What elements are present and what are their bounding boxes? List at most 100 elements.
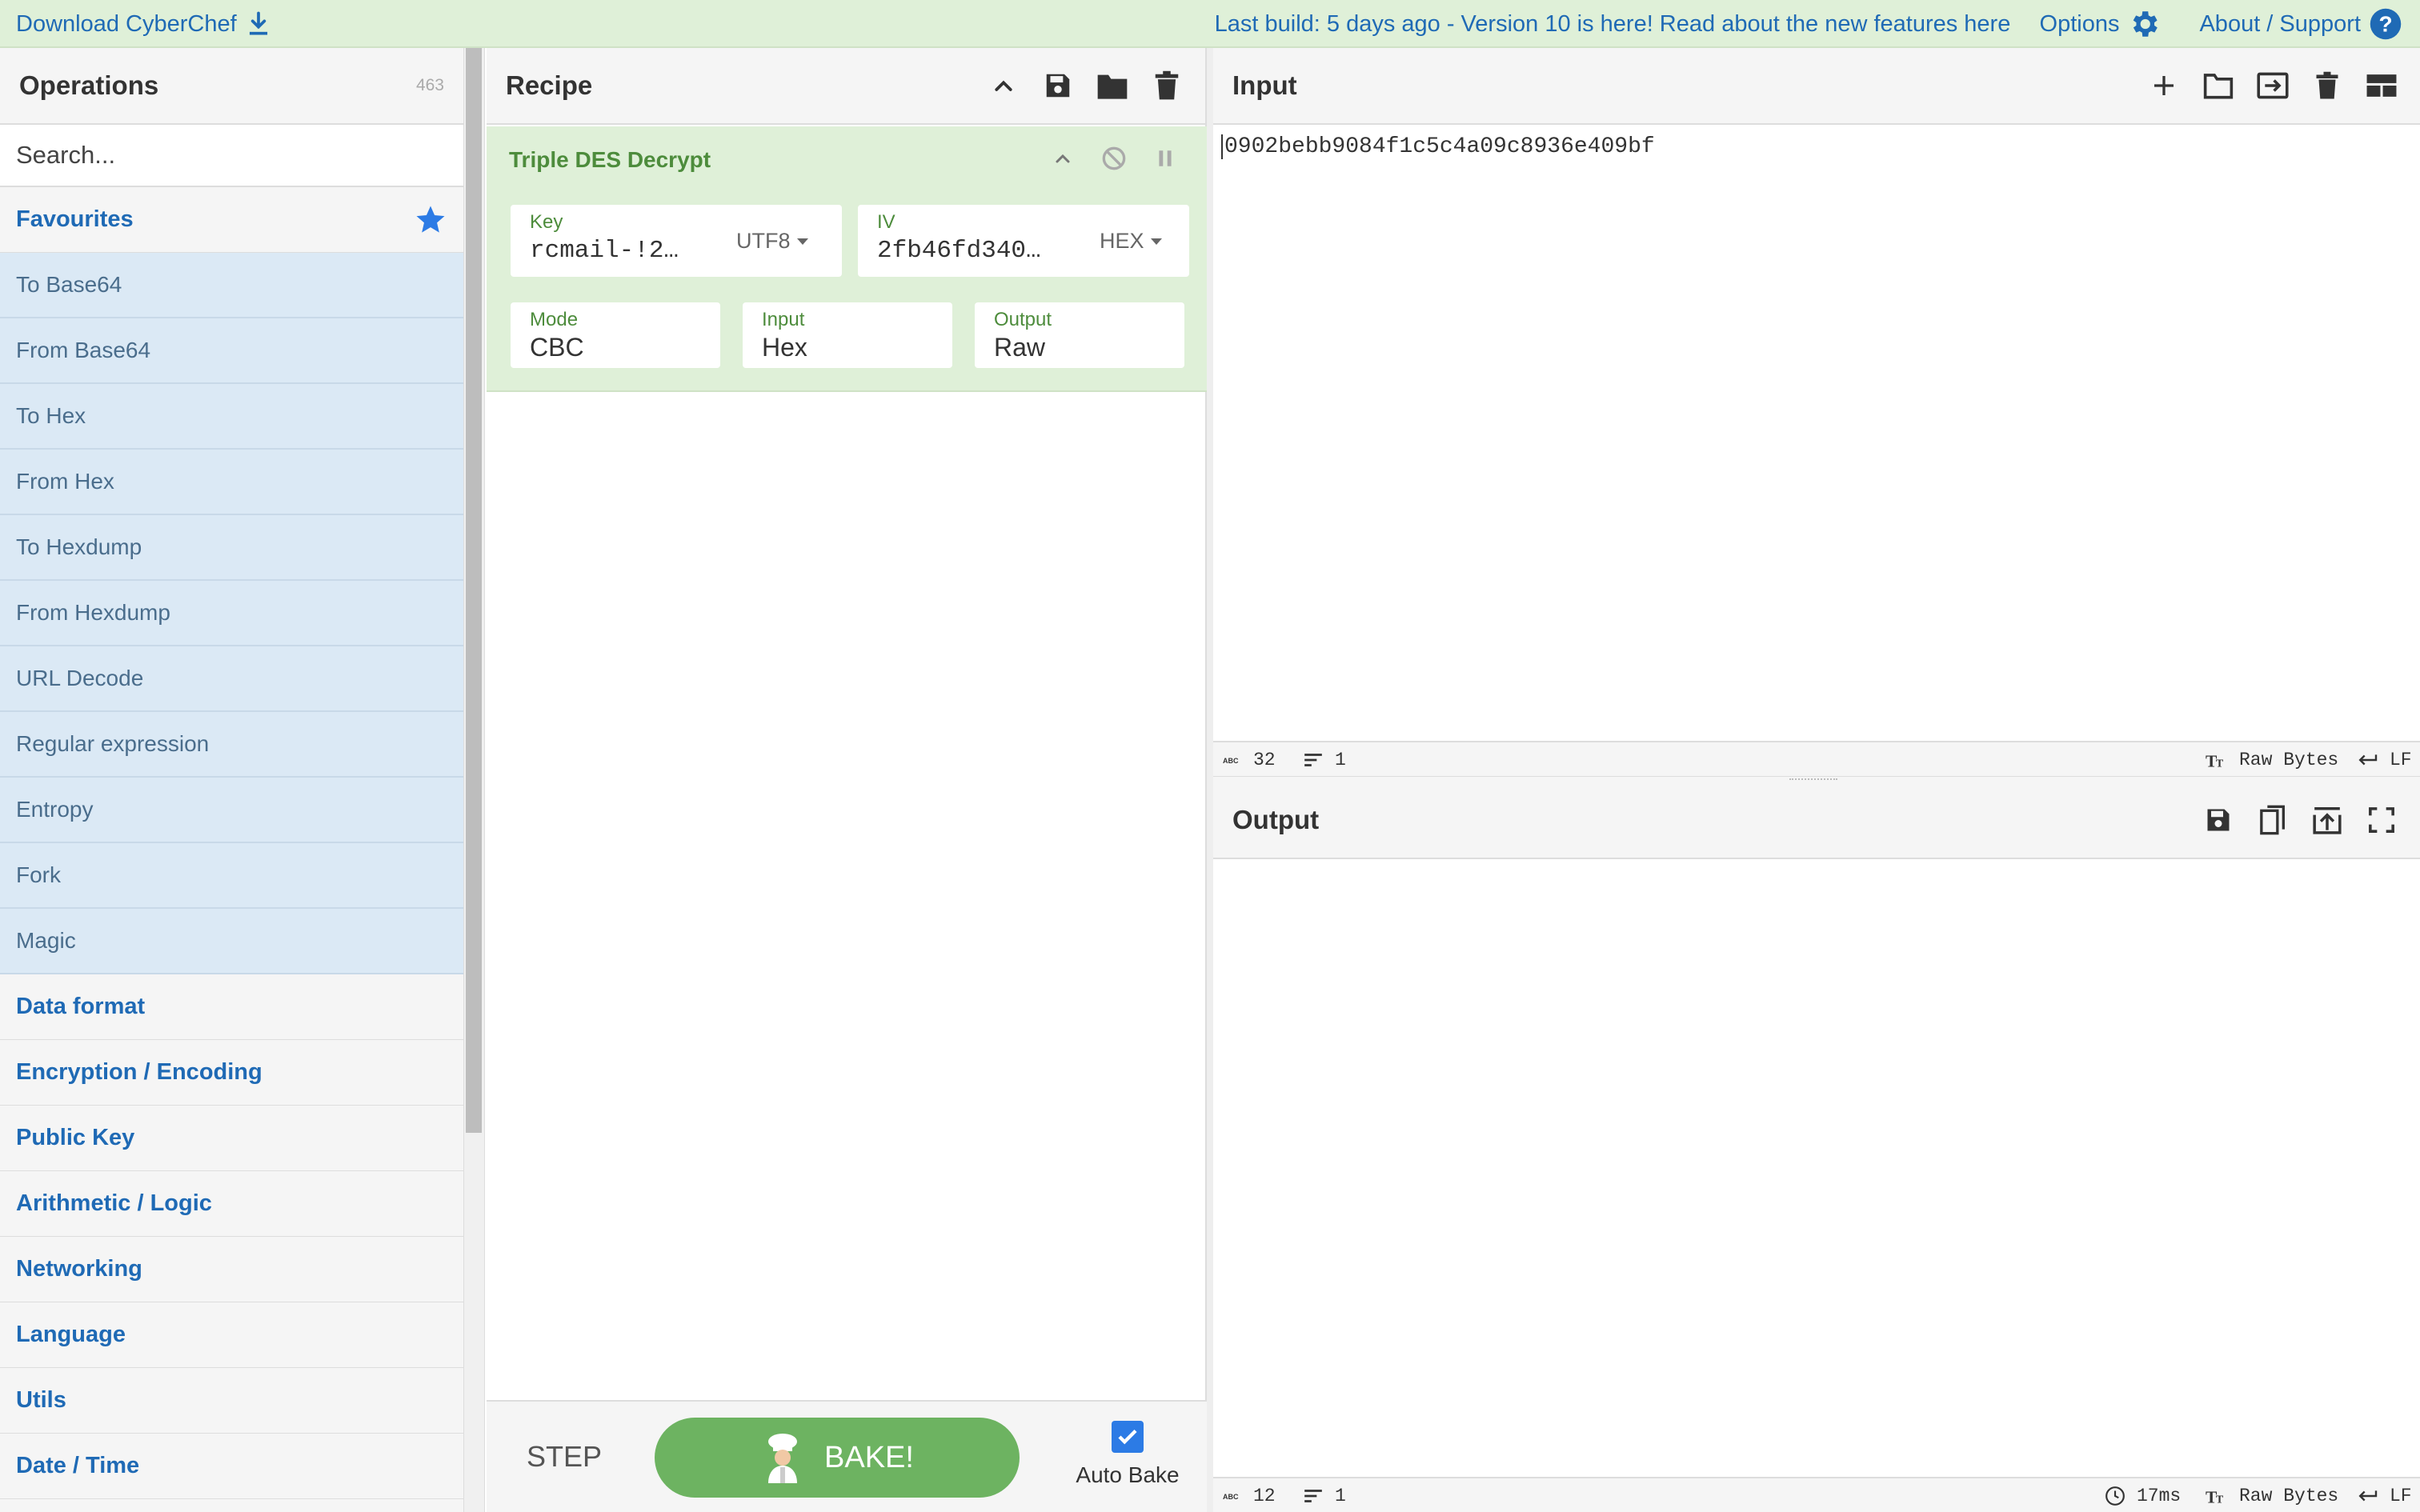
- panel-divider[interactable]: [1207, 48, 1213, 1512]
- output-panel: Output ABC 12 1 17ms T T Raw Bytes LF: [1213, 782, 2420, 1512]
- build-message-link[interactable]: Last build: 5 days ago - Version 10 is h…: [1215, 11, 2011, 38]
- about-label: About / Support: [2199, 10, 2361, 37]
- reset-layout-button[interactable]: [2362, 66, 2401, 105]
- input-eol-selector[interactable]: LF: [2356, 742, 2412, 778]
- output-bake-time: 17ms: [2137, 1486, 2182, 1506]
- key-encoding-dropdown[interactable]: UTF8: [736, 229, 808, 254]
- breakpoint-button[interactable]: [1156, 148, 1175, 169]
- search-input[interactable]: [16, 141, 447, 170]
- about-support-button[interactable]: About / Support ?: [2199, 7, 2402, 41]
- category-item[interactable]: Encryption / Encoding: [0, 1040, 463, 1106]
- input-encoding-selector[interactable]: TT Raw Bytes: [2206, 742, 2338, 778]
- input-eol-label: LF: [2390, 750, 2412, 770]
- list-item[interactable]: From Hex: [0, 450, 463, 515]
- svg-text:T: T: [2216, 1494, 2224, 1505]
- input-textarea[interactable]: 0902bebb9084f1c5c4a09c8936e409bf: [1221, 134, 1655, 159]
- trash-icon: [1155, 70, 1179, 100]
- list-item[interactable]: To Hexdump: [0, 515, 463, 581]
- iv-field[interactable]: IV 2fb46fd340… HEX: [858, 205, 1189, 277]
- key-label: Key: [530, 211, 563, 233]
- list-item[interactable]: Fork: [0, 843, 463, 909]
- clock-icon: [2105, 1486, 2125, 1506]
- save-output-button[interactable]: [2199, 801, 2238, 839]
- chevron-up-icon: [995, 80, 1012, 91]
- download-cyberchef-link[interactable]: Download CyberChef: [16, 0, 270, 48]
- return-arrow-icon: [2358, 754, 2378, 766]
- list-item[interactable]: From Hexdump: [0, 581, 463, 646]
- download-label: Download CyberChef: [16, 10, 237, 37]
- auto-bake-checkbox[interactable]: [1112, 1421, 1144, 1453]
- input-file-icon: [2257, 72, 2289, 99]
- category-item[interactable]: Networking: [0, 1237, 463, 1302]
- maximise-output-button[interactable]: [2362, 801, 2401, 839]
- options-button[interactable]: Options: [2040, 7, 2162, 41]
- output-encoding-label: Raw Bytes: [2239, 1486, 2339, 1506]
- output-textarea[interactable]: [1213, 861, 2420, 1477]
- list-item[interactable]: From Base64: [0, 318, 463, 384]
- mode-value: CBC: [530, 333, 584, 362]
- list-item[interactable]: URL Decode: [0, 646, 463, 712]
- output-eol-selector[interactable]: LF: [2356, 1478, 2412, 1512]
- list-item[interactable]: Magic: [0, 909, 463, 974]
- collapse-all-button[interactable]: [984, 66, 1023, 105]
- clear-input-button[interactable]: [2308, 66, 2346, 105]
- bake-label: BAKE!: [824, 1440, 914, 1474]
- operations-count: 463: [415, 76, 444, 94]
- recipe-operation-triple-des-decrypt: Triple DES Decrypt Key rcmail-!2… UTF8 I…: [487, 126, 1207, 392]
- category-item[interactable]: Arithmetic / Logic: [0, 1171, 463, 1237]
- save-icon: [1046, 74, 1070, 98]
- operations-scrollbar[interactable]: [466, 48, 482, 1133]
- collapse-operation-button[interactable]: [1053, 149, 1072, 168]
- input-line-count: 1: [1335, 750, 1346, 770]
- save-recipe-button[interactable]: [1039, 66, 1077, 105]
- output-encoding-selector[interactable]: TT Raw Bytes: [2206, 1478, 2338, 1512]
- input-status-bar: ABC 32 1 TT Raw Bytes LF: [1213, 741, 2420, 776]
- copy-icon: [2260, 805, 2285, 835]
- category-item[interactable]: Utils: [0, 1368, 463, 1434]
- category-favourites[interactable]: Favourites: [0, 187, 463, 253]
- list-item[interactable]: Entropy: [0, 778, 463, 843]
- category-item[interactable]: Public Key: [0, 1106, 463, 1171]
- category-item[interactable]: Language: [0, 1302, 463, 1368]
- replace-input-button[interactable]: [2308, 801, 2346, 839]
- category-item[interactable]: Data format: [0, 974, 463, 1040]
- output-status-bar: ABC 12 1 17ms TT Raw Bytes LF: [1213, 1477, 2420, 1512]
- iv-encoding-dropdown[interactable]: HEX: [1100, 229, 1162, 254]
- open-in-input-icon: [2313, 807, 2342, 834]
- load-recipe-button[interactable]: [1093, 66, 1132, 105]
- key-value: rcmail-!2…: [530, 237, 679, 265]
- copy-output-button[interactable]: [2254, 801, 2292, 839]
- io-divider[interactable]: [1213, 776, 2420, 782]
- disable-icon: [1102, 146, 1126, 170]
- disable-operation-button[interactable]: [1101, 146, 1127, 171]
- gear-icon: [2134, 11, 2158, 37]
- checkmark-icon: [1118, 1429, 1137, 1445]
- svg-text:ABC: ABC: [1223, 757, 1239, 765]
- list-item[interactable]: To Base64: [0, 253, 463, 318]
- auto-bake-toggle[interactable]: Auto Bake: [1068, 1421, 1188, 1488]
- output-format-label: Output: [994, 309, 1052, 330]
- output-title: Output: [1232, 805, 1320, 834]
- input-format-select[interactable]: Input Hex: [743, 302, 952, 368]
- save-icon: [2207, 809, 2230, 831]
- folder-outline-icon: [2203, 74, 2234, 99]
- add-input-tab-button[interactable]: [2145, 66, 2183, 105]
- open-file-button[interactable]: [2254, 66, 2292, 105]
- output-format-select[interactable]: Output Raw: [975, 302, 1184, 368]
- category-item[interactable]: Date / Time: [0, 1434, 463, 1499]
- output-line-count: 1: [1335, 1486, 1346, 1506]
- favourites-list: To Base64 From Base64 To Hex From Hex To…: [0, 253, 463, 974]
- step-button[interactable]: STEP: [527, 1440, 602, 1474]
- open-folder-button[interactable]: [2199, 66, 2238, 105]
- bake-button[interactable]: BAKE!: [655, 1418, 1020, 1498]
- text-size-icon: TT: [2206, 1488, 2224, 1505]
- list-item[interactable]: To Hex: [0, 384, 463, 450]
- line-count-icon: [1304, 1490, 1322, 1502]
- clear-recipe-button[interactable]: [1148, 66, 1186, 105]
- line-count-icon: [1304, 754, 1322, 766]
- mode-select[interactable]: Mode CBC: [511, 302, 720, 368]
- operation-title: Triple DES Decrypt: [509, 147, 711, 172]
- list-item[interactable]: Regular expression: [0, 712, 463, 778]
- key-field[interactable]: Key rcmail-!2… UTF8: [511, 205, 842, 277]
- search-box: [0, 125, 463, 187]
